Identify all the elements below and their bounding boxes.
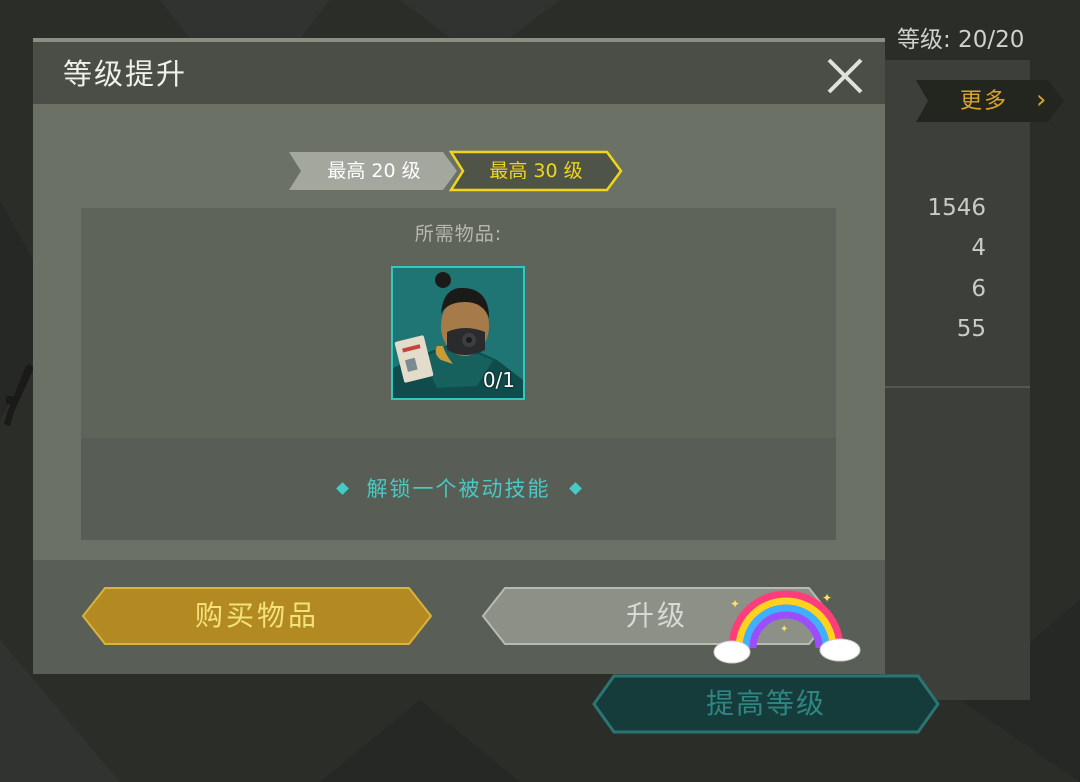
rainbow-sticker-icon: ✦ ✦ ✦: [713, 590, 861, 664]
svg-text:✦: ✦: [822, 591, 832, 605]
level-cap-tabs: 最高 20 级 最高 30 级: [289, 150, 629, 192]
raise-level-label: 提高等级: [705, 687, 826, 720]
dialog-header: 等级提升: [33, 42, 885, 104]
diamond-icon: [568, 481, 582, 495]
dialog-title: 等级提升: [63, 57, 188, 91]
stats-divider: [880, 386, 1030, 388]
unlock-skill-row: 解锁一个被动技能: [81, 472, 836, 506]
required-item-slot[interactable]: 0/1: [391, 266, 525, 400]
unlock-skill-panel: 解锁一个被动技能: [81, 438, 836, 540]
required-items-panel: 所需物品: 0/1: [81, 208, 836, 438]
svg-text:✦: ✦: [780, 624, 788, 635]
tab-max-30[interactable]: 最高 30 级: [449, 150, 623, 192]
stat-value: 4: [971, 235, 986, 261]
hero-stats-panel: [880, 60, 1030, 700]
stat-value: 1546: [927, 195, 986, 221]
svg-text:✦: ✦: [730, 597, 740, 611]
stat-value: 6: [971, 276, 986, 302]
required-items-label: 所需物品:: [414, 223, 503, 245]
tab-max-30-label: 最高 30 级: [489, 160, 583, 182]
level-up-dialog: 等级提升 最高 20 级 最高 30 级 所需物品: 0/1 解锁一个被动技能 …: [33, 38, 885, 674]
unlock-skill-text: 解锁一个被动技能: [366, 477, 551, 501]
chevron-right-icon: ›: [1036, 85, 1047, 115]
more-label: 更多: [960, 89, 1009, 114]
weapon-icon: [4, 364, 34, 426]
item-count: 0/1: [482, 368, 515, 392]
diamond-icon: [335, 481, 349, 495]
close-icon[interactable]: [823, 54, 867, 98]
stat-value: 55: [956, 316, 986, 342]
hero-level-text: 等级: 20/20: [897, 27, 1025, 53]
buy-items-label: 购买物品: [194, 599, 319, 632]
buy-items-button[interactable]: 购买物品: [81, 586, 433, 646]
tab-max-20-label: 最高 20 级: [327, 160, 421, 182]
tab-max-20[interactable]: 最高 20 级: [289, 150, 459, 192]
